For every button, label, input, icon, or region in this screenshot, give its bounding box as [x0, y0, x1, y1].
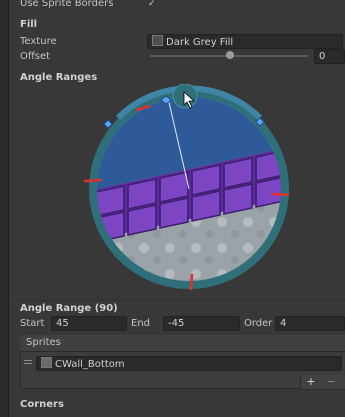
use-sprite-borders-checkbox[interactable]: ✓ — [148, 0, 160, 9]
inspector-left-gutter — [0, 0, 9, 417]
sprite-object-icon — [41, 357, 52, 368]
drag-handle-icon[interactable] — [24, 359, 32, 367]
texture-label: Texture — [20, 36, 57, 47]
start-label: Start — [20, 318, 45, 329]
texture-thumbnail-icon — [152, 35, 163, 46]
angle-range-title: Angle Range (90) — [20, 303, 118, 314]
fill-section-title: Fill — [20, 19, 38, 30]
sprites-header-label: Sprites — [26, 337, 61, 348]
end-label: End — [131, 318, 151, 329]
sprites-list-header: Sprites — [20, 335, 345, 352]
sprite-object-field[interactable]: CWall_Bottom — [36, 356, 342, 371]
angle-ranges-section-title: Angle Ranges — [20, 72, 98, 83]
add-sprite-button[interactable]: + — [301, 375, 321, 388]
use-sprite-borders-label: Use Sprite Borders — [20, 0, 114, 9]
offset-label: Offset — [20, 51, 51, 62]
start-input[interactable]: 45 — [51, 316, 127, 331]
angle-range-circle-editor[interactable] — [84, 84, 294, 294]
remove-sprite-button[interactable]: − — [321, 375, 341, 388]
offset-slider-thumb[interactable] — [226, 51, 234, 59]
order-label: Order — [244, 318, 273, 329]
sprite-value: CWall_Bottom — [55, 359, 125, 370]
texture-value: Dark Grey Fill — [166, 37, 234, 48]
divider — [8, 300, 345, 301]
end-input[interactable]: -45 — [163, 316, 240, 331]
corners-section-title: Corners — [20, 399, 64, 410]
list-add-remove-footer: + − — [300, 375, 345, 390]
order-input[interactable]: 4 — [275, 316, 345, 331]
texture-object-field[interactable]: Dark Grey Fill — [147, 34, 343, 49]
offset-input[interactable]: 0 — [314, 49, 345, 64]
